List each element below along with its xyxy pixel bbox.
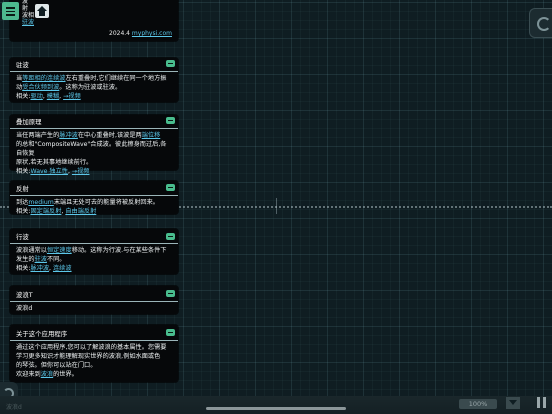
card-about: 关于这个应用程序 通过这个应用程序,您可以了解波浪的基本属性。您需要 学习更多知… — [10, 325, 178, 382]
related-links: 相关:驱动, 模糊, →视频 — [16, 93, 81, 100]
card-body: 当任两端产生的脉冲波在中心重叠时,该波是两端位移 的总和"CompositeWa… — [10, 129, 178, 176]
related-link[interactable]: →视频 — [63, 93, 81, 100]
card-line: 学习更多知识才能理解现实世界的波浪,例如水面或色 — [16, 353, 161, 360]
link[interactable]: 受合伙频到波 — [22, 84, 59, 91]
related-link[interactable]: 脉冲波 — [30, 265, 49, 272]
card-body: 波浪d — [10, 302, 178, 313]
collapse-button[interactable] — [166, 60, 175, 67]
card-traveling-wave: 行波 波浪通常以恒定速度移动。这称为行波.与在某些条件下 发生的驻波不同。 相关… — [10, 229, 178, 274]
text: 的世界。 — [53, 371, 78, 378]
card-line: 动受合伙频到波。这称为驻波或驻波。 — [16, 83, 172, 92]
card-line: 波浪d — [16, 305, 33, 312]
text: 在中心重叠时,该波是两 — [77, 132, 142, 139]
link[interactable]: 恒定速度 — [47, 247, 72, 254]
zoom-level[interactable]: 100% — [459, 399, 497, 409]
card-line: 的总和"CompositeWave"合成波。彼此擦身而过后,各自恢复 — [16, 141, 167, 157]
text: 。这称为驻波或驻波。 — [59, 84, 122, 91]
menu-icon[interactable] — [2, 2, 19, 20]
collapse-button[interactable] — [166, 117, 175, 124]
link[interactable]: 端位移 — [142, 132, 161, 139]
related-links: 相关:固定端反射, 自由端反射 — [16, 208, 97, 215]
card-reflection: 反射 到达medium末端且无处可去的能量将被反射回来。 相关:固定端反射, 自… — [10, 181, 178, 216]
related-label: 相关: — [16, 93, 31, 100]
chevron-down-icon[interactable] — [506, 397, 520, 409]
card-line: 当等距相的连续波左右重叠时,它们继续在同一个地方振 — [16, 74, 172, 83]
related-links: 相关:脉冲波, 连续波 — [16, 265, 72, 272]
collapse-button[interactable] — [166, 329, 175, 336]
related-label: 相关: — [16, 168, 31, 175]
card-wave-t: 波浪T 波浪d — [10, 286, 178, 314]
card-title: 驻波 — [10, 58, 178, 72]
text: 移动。这称为行波.与在某些条件下 — [71, 247, 167, 254]
card-line: 当任两端产生的脉冲波在中心重叠时,该波是两端位移 — [16, 131, 172, 140]
collapse-button[interactable] — [166, 184, 175, 191]
card-title: 行波 — [10, 229, 178, 244]
collapse-button[interactable] — [166, 233, 175, 240]
rotate-icon — [537, 17, 551, 31]
home-indicator[interactable] — [206, 407, 346, 410]
center-marker — [276, 198, 277, 214]
card-title: 波浪T — [10, 286, 178, 302]
text: 当任两端产生的 — [16, 132, 60, 139]
link[interactable]: 脉冲波 — [59, 132, 78, 139]
attribution-link[interactable]: myphysi.com — [132, 30, 172, 37]
text: 左右重叠时,它们继续在同一个地方振 — [65, 75, 167, 82]
bottom-left-label: 波浪d — [6, 404, 22, 411]
pause-icon[interactable] — [534, 396, 550, 410]
collapse-button[interactable] — [166, 290, 175, 297]
card-body: 波浪通常以恒定速度移动。这称为行波.与在某些条件下 发生的驻波不同。 相关:脉冲… — [10, 244, 178, 273]
related-links: 相关:Wave 独立性, →视频 — [16, 168, 90, 175]
link[interactable]: medium — [28, 199, 53, 206]
card-title: 叠加原理 — [10, 115, 178, 129]
text: 末端且无处可去的能量将被反射回来。 — [53, 199, 159, 206]
attribution: 2024.4 myphysi.com — [109, 29, 178, 38]
card-body: 到达medium末端且无处可去的能量将被反射回来。 相关:固定端反射, 自由端反… — [10, 196, 178, 216]
card-superposition: 叠加原理 当任两端产生的脉冲波在中心重叠时,该波是两端位移 的总和"Compos… — [10, 115, 178, 175]
text: 不同。 — [46, 256, 66, 263]
card-line: 欢迎来到波浪的世界。 — [16, 370, 172, 379]
home-icon[interactable] — [35, 4, 49, 18]
link[interactable]: 波浪 — [41, 371, 53, 378]
related-label: 相关: — [16, 208, 31, 215]
related-link[interactable]: 连续波 — [53, 265, 72, 272]
related-label: 相关: — [16, 265, 31, 272]
text: 波浪通常以 — [16, 247, 47, 254]
related-link[interactable]: 模糊 — [47, 93, 59, 100]
link[interactable]: 等距相的连续波 — [22, 75, 65, 82]
card-line: 通过这个应用程序,您可以了解波浪的基本属性。您需要 — [16, 344, 167, 351]
related-link[interactable]: Wave 独立性 — [30, 168, 68, 175]
right-wave-source-handle[interactable] — [529, 8, 552, 38]
card-title: 反射 — [10, 181, 178, 196]
card-line: 波浪通常以恒定速度移动。这称为行波.与在某些条件下 — [16, 246, 172, 255]
card-line: 到达medium末端且无处可去的能量将被反射回来。 — [16, 198, 172, 207]
text: 到达 — [16, 199, 29, 206]
link[interactable]: 驻波 — [35, 256, 47, 263]
card-line: 发生的驻波不同。 — [16, 255, 172, 264]
text: 发生的 — [16, 256, 35, 263]
card-body: 当等距相的连续波左右重叠时,它们继续在同一个地方振 动受合伙频到波。这称为驻波或… — [10, 72, 178, 101]
related-link[interactable]: 自由端反射 — [65, 208, 96, 215]
card-line: 原状,若无其事地继续前行。 — [16, 159, 93, 166]
related-link[interactable]: →视频 — [72, 168, 90, 175]
text: 欢迎来到 — [16, 371, 41, 378]
related-link[interactable]: 固定端反射 — [30, 208, 61, 215]
top-card-link[interactable]: 驻波 — [22, 19, 172, 26]
card-standing-wave: 驻波 当等距相的连续波左右重叠时,它们继续在同一个地方振 动受合伙频到波。这称为… — [10, 58, 178, 102]
related-link[interactable]: 驱动 — [30, 93, 42, 100]
card-line: 的琴弦。但你可以站在门口。 — [16, 362, 97, 369]
attribution-year: 2024.4 — [109, 30, 130, 37]
card-title: 关于这个应用程序 — [10, 325, 178, 341]
card-body: 通过这个应用程序,您可以了解波浪的基本属性。您需要 学习更多知识才能理解现实世界… — [10, 341, 178, 379]
